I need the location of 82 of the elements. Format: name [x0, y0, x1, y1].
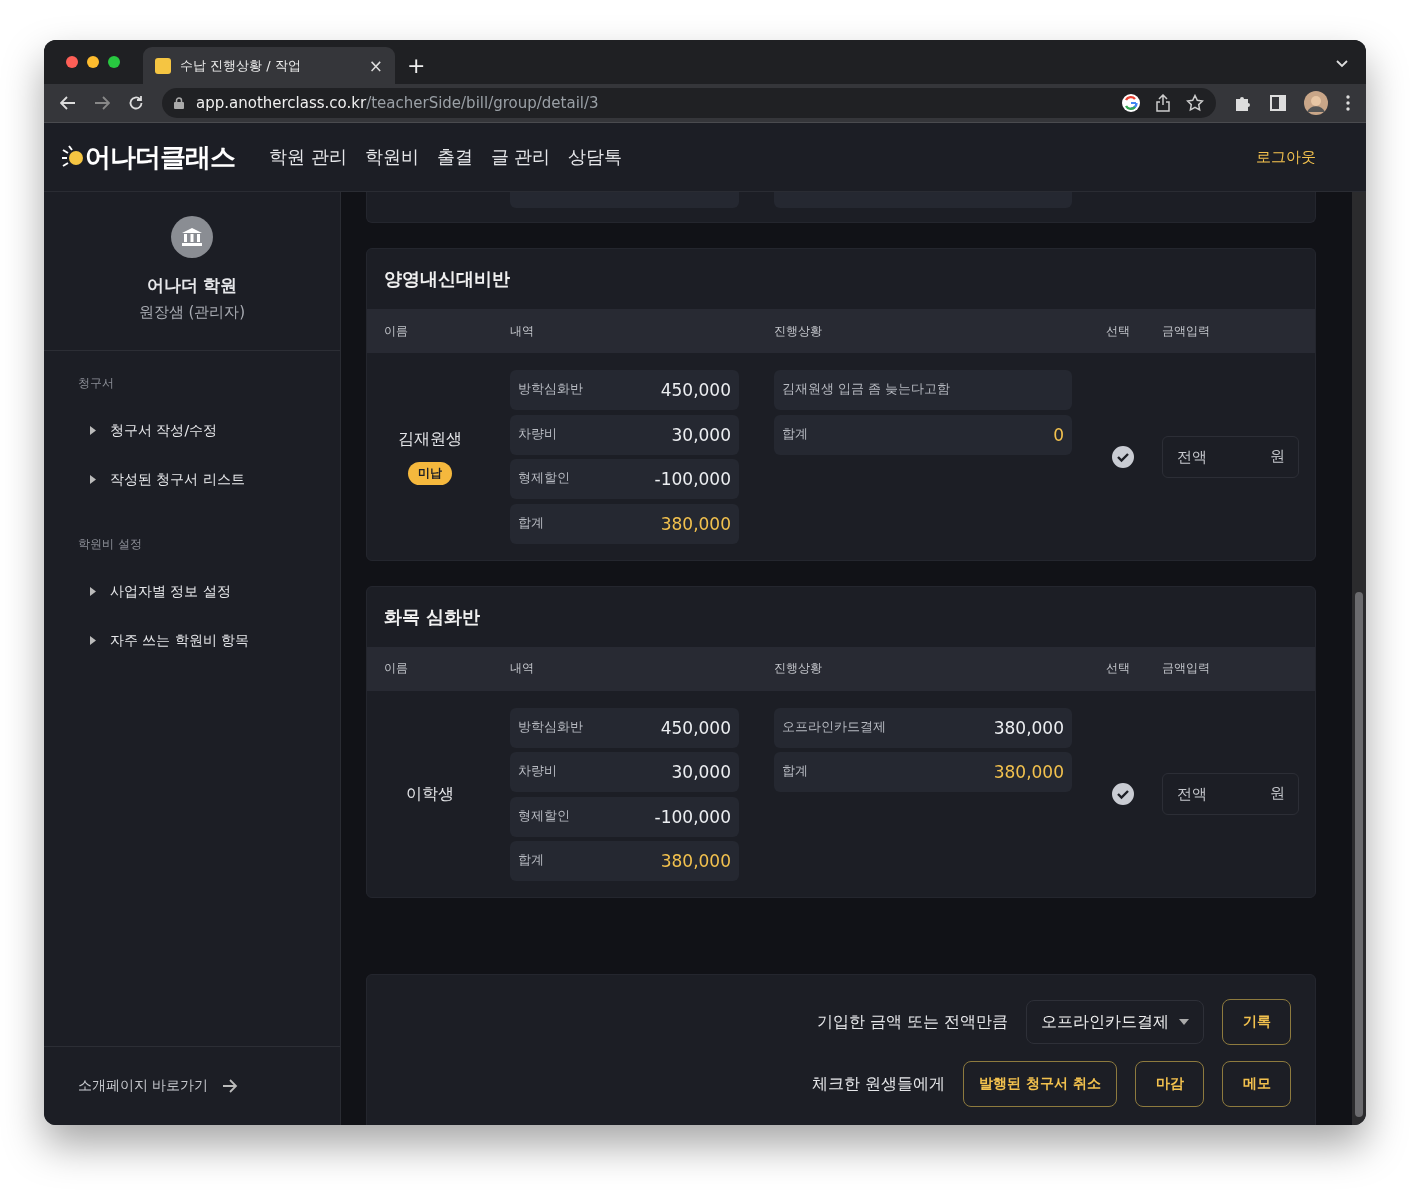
line-item: 형제할인 -100,000	[510, 459, 739, 499]
progress-item: 합계 380,000	[774, 752, 1072, 792]
status-badge: 미납	[408, 461, 452, 485]
caret-right-icon	[90, 636, 96, 645]
back-icon[interactable]	[60, 96, 76, 110]
bank-icon	[171, 216, 213, 258]
academy-name: 어나더 학원	[146, 274, 238, 297]
currency-unit: 원	[1270, 784, 1285, 804]
sidebar-item[interactable]: 작성된 청구서 리스트	[78, 455, 245, 504]
logo[interactable]: 어나더클래스	[85, 139, 235, 175]
action-button[interactable]: 메모	[1222, 1061, 1291, 1107]
caret-down-icon	[1179, 1019, 1189, 1025]
section-title: 청구서	[78, 375, 114, 392]
checked-students-label: 체크한 원생들에게	[811, 1073, 945, 1095]
arrow-right-icon	[222, 1079, 239, 1093]
class-title: 화목 심화반	[383, 604, 482, 629]
colored-ring-icon[interactable]	[1122, 94, 1140, 112]
check-circle-icon[interactable]	[1112, 783, 1134, 806]
browser-tab[interactable]: 수납 진행상황 / 작업 ×	[143, 47, 395, 84]
class-title: 양영내신대비반	[383, 267, 511, 291]
puzzle-icon[interactable]	[1234, 94, 1252, 112]
reload-icon[interactable]	[128, 95, 144, 111]
student-name: 이학생	[406, 783, 454, 805]
chevron-down-icon[interactable]	[1336, 60, 1348, 68]
new-tab-button[interactable]: +	[407, 53, 426, 78]
close-window-icon[interactable]	[66, 56, 78, 68]
line-item: 형제할인 -100,000	[510, 796, 739, 837]
column-header: 선택	[1106, 660, 1131, 677]
record-label: 기입한 금액 또는 전액만큼	[816, 1011, 1008, 1033]
favicon-icon	[155, 57, 171, 74]
currency-unit: 원	[1270, 446, 1285, 466]
line-item: 합계 380,000	[510, 841, 739, 881]
nav-link[interactable]: 글 관리	[490, 145, 551, 169]
caret-right-icon	[90, 475, 96, 484]
side-panel-icon[interactable]	[1270, 95, 1286, 111]
line-item: 합계 380,000	[510, 503, 739, 544]
progress-item: 오프라인카드결제 380,000	[774, 707, 1072, 748]
column-header: 금액입력	[1162, 660, 1211, 677]
column-header: 진행상황	[774, 322, 823, 340]
line-item: 방학심화반 450,000	[510, 707, 739, 748]
intro-page-link[interactable]: 소개페이지 바로가기	[44, 1046, 340, 1125]
progress-item: 합계 0	[774, 414, 1072, 455]
caret-right-icon	[90, 587, 96, 596]
share-icon[interactable]	[1156, 94, 1170, 112]
column-header: 이름	[384, 322, 409, 340]
column-header: 금액입력	[1162, 322, 1211, 340]
column-header: 이름	[384, 660, 409, 677]
nav-link[interactable]: 학원 관리	[269, 145, 347, 169]
sidebar-item[interactable]: 사업자별 정보 설정	[78, 567, 231, 616]
line-item: 방학심화반 450,000	[510, 370, 739, 410]
forward-icon[interactable]	[94, 96, 110, 110]
column-header: 내역	[510, 322, 535, 340]
sidebar-item[interactable]: 자주 쓰는 학원비 항목	[78, 616, 250, 665]
star-icon[interactable]	[1186, 94, 1204, 112]
column-header: 선택	[1106, 322, 1131, 340]
lock-icon	[174, 97, 184, 109]
student-name: 김재원생	[398, 428, 462, 450]
line-item: 차량비 30,000	[510, 414, 739, 455]
sidebar-item[interactable]: 청구서 작성/수정	[78, 406, 218, 455]
logout-link[interactable]: 로그아웃	[1256, 147, 1316, 167]
action-button[interactable]: 마감	[1135, 1061, 1204, 1107]
memo-note: 김재원생 입금 좀 늦는다고함	[774, 370, 1072, 410]
column-header: 내역	[510, 660, 535, 677]
column-header: 진행상황	[774, 660, 823, 677]
user-role: 원장샘 (관리자)	[138, 303, 246, 322]
caret-right-icon	[90, 426, 96, 435]
line-item: 차량비 30,000	[510, 752, 739, 792]
more-icon[interactable]	[1346, 95, 1350, 111]
record-button[interactable]: 기록	[1222, 999, 1291, 1045]
avatar-icon[interactable]	[1304, 91, 1328, 115]
nav-link[interactable]: 학원비	[364, 145, 419, 169]
scrollbar-thumb[interactable]	[1355, 592, 1363, 1117]
check-circle-icon[interactable]	[1112, 445, 1134, 468]
section-title: 학원비 설정	[78, 536, 142, 553]
nav-link[interactable]: 출결	[436, 145, 473, 169]
address-bar[interactable]: app.anotherclass.co.kr/teacherSide/bill/group/detail/3	[162, 88, 1216, 118]
action-button[interactable]: 발행된 청구서 취소	[963, 1061, 1117, 1107]
nav-link[interactable]: 상담톡	[568, 145, 623, 169]
sun-icon	[61, 144, 85, 170]
zoom-window-icon[interactable]	[108, 56, 120, 68]
payment-method-select[interactable]: 오프라인카드결제	[1026, 1000, 1204, 1044]
minimize-window-icon[interactable]	[87, 56, 99, 68]
